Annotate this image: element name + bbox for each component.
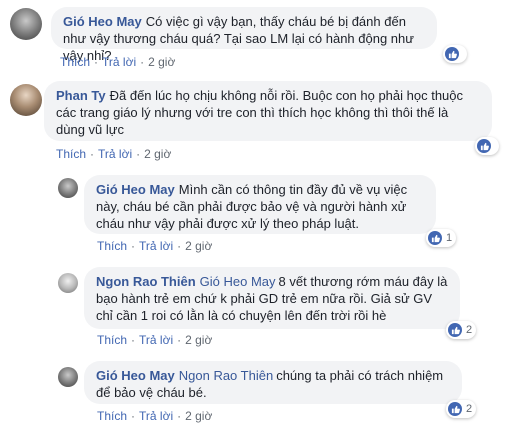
like-icon bbox=[448, 402, 462, 416]
like-link[interactable]: Thích bbox=[97, 239, 127, 253]
like-icon bbox=[448, 323, 462, 337]
comment-actions: Thích · Trả lời · 2 giờ bbox=[97, 239, 212, 253]
separator: · bbox=[177, 333, 182, 347]
comment-timestamp[interactable]: 2 giờ bbox=[185, 409, 212, 423]
separator: · bbox=[136, 147, 141, 161]
reply-link[interactable]: Trả lời bbox=[139, 409, 173, 423]
like-link[interactable]: Thích bbox=[60, 55, 90, 69]
comment-bubble: Gió Heo May Có việc gì vậy bạn, thấy cháu… bbox=[51, 7, 437, 63]
comment-mention[interactable]: Gió Heo May bbox=[200, 274, 276, 289]
comment-author[interactable]: Gió Heo May bbox=[63, 14, 142, 29]
comment-actions: Thích · Trả lời · 2 giờ bbox=[56, 147, 171, 161]
like-link[interactable]: Thích bbox=[97, 409, 127, 423]
reaction-summary[interactable] bbox=[475, 137, 499, 155]
reply-link[interactable]: Trả lời bbox=[139, 333, 173, 347]
reaction-summary[interactable]: 2 bbox=[446, 400, 477, 418]
reply-link[interactable]: Trả lời bbox=[102, 55, 136, 69]
avatar[interactable] bbox=[10, 84, 42, 116]
like-link[interactable]: Thích bbox=[97, 333, 127, 347]
comment-actions: Thích · Trả lời · 2 giờ bbox=[97, 409, 212, 423]
comment-mention[interactable]: Ngon Rao Thiên bbox=[179, 368, 273, 383]
avatar[interactable] bbox=[10, 8, 42, 40]
comment-bubble: Gió Heo May Ngon Rao Thiên chúng ta phải c… bbox=[84, 361, 462, 404]
comment-author[interactable]: Phan Ty bbox=[56, 88, 106, 103]
comment-bubble: Ngon Rao Thiên Gió Heo May 8 vết thương rớ… bbox=[84, 267, 460, 329]
reaction-summary[interactable]: 1 bbox=[426, 229, 457, 247]
like-icon bbox=[477, 139, 491, 153]
avatar[interactable] bbox=[58, 178, 78, 198]
comment-author[interactable]: Gió Heo May bbox=[96, 368, 175, 383]
comment-bubble: Gió Heo May Mình cần có thông tin đầy đủ … bbox=[84, 175, 436, 234]
like-icon bbox=[428, 231, 442, 245]
comment-author[interactable]: Ngon Rao Thiên bbox=[96, 274, 196, 289]
reaction-count: 2 bbox=[466, 403, 473, 415]
comment-timestamp[interactable]: 2 giờ bbox=[185, 239, 212, 253]
separator: · bbox=[90, 147, 95, 161]
comment-bubble: Phan Ty Đã đến lúc họ chịu không nỗi rồi.… bbox=[44, 81, 492, 141]
comment-author[interactable]: Gió Heo May bbox=[96, 182, 175, 197]
comment-timestamp[interactable]: 2 giờ bbox=[185, 333, 212, 347]
avatar[interactable] bbox=[58, 367, 78, 387]
comment-timestamp[interactable]: 2 giờ bbox=[144, 147, 171, 161]
separator: · bbox=[131, 333, 136, 347]
comment-actions: Thích · Trả lời · 2 giờ bbox=[60, 55, 175, 69]
reaction-summary[interactable] bbox=[443, 45, 467, 63]
separator: · bbox=[131, 409, 136, 423]
separator: · bbox=[177, 409, 182, 423]
reply-link[interactable]: Trả lời bbox=[98, 147, 132, 161]
separator: · bbox=[140, 55, 145, 69]
comment-actions: Thích · Trả lời · 2 giờ bbox=[97, 333, 212, 347]
separator: · bbox=[94, 55, 99, 69]
reaction-count: 2 bbox=[466, 324, 473, 336]
like-link[interactable]: Thích bbox=[56, 147, 86, 161]
comment-timestamp[interactable]: 2 giờ bbox=[148, 55, 175, 69]
comment-text: Đã đến lúc họ chịu không nỗi rồi. Buộc c… bbox=[56, 88, 464, 137]
like-icon bbox=[445, 47, 459, 61]
reaction-summary[interactable]: 2 bbox=[446, 321, 477, 339]
avatar[interactable] bbox=[58, 273, 78, 293]
reaction-count: 1 bbox=[446, 232, 453, 244]
reply-link[interactable]: Trả lời bbox=[139, 239, 173, 253]
separator: · bbox=[131, 239, 136, 253]
separator: · bbox=[177, 239, 182, 253]
